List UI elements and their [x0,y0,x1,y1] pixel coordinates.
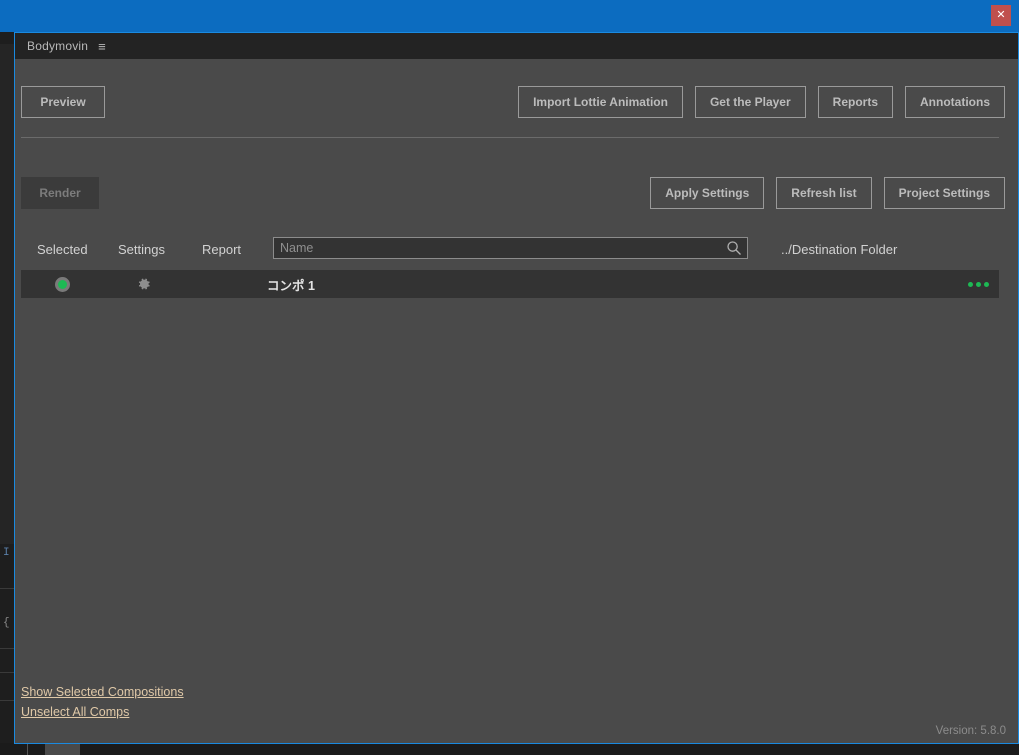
footer-links: Show Selected Compositions Unselect All … [21,685,184,725]
toolbar-top-right-group: Import Lottie Animation Get the Player R… [518,86,1005,118]
close-icon[interactable]: ✕ [991,5,1011,26]
panel-body: Preview Import Lottie Animation Get the … [15,59,1018,743]
apply-settings-button[interactable]: Apply Settings [650,177,765,209]
taskbar [0,743,1019,755]
annotations-button[interactable]: Annotations [905,86,1005,118]
taskbar-item[interactable] [45,743,80,755]
list-header: Selected Settings Report ../Destination … [15,237,1018,267]
selected-indicator-dot [58,279,67,289]
hamburger-menu-icon[interactable]: ≡ [98,40,106,53]
toolbar-second-right-group: Apply Settings Refresh list Project Sett… [650,177,1005,209]
column-header-report: Report [202,242,242,257]
page-title: Bodymovin [27,39,89,53]
background-divider-4 [0,700,14,701]
reports-button[interactable]: Reports [817,86,893,118]
background-divider-3 [0,672,14,673]
taskbar-divider [27,743,28,755]
preview-button[interactable]: Preview [21,86,105,118]
ellipsis-icon[interactable] [968,281,989,287]
window-titlebar[interactable]: ✕ [0,0,1019,32]
column-header-settings: Settings [118,242,165,257]
ellipsis-dot-1 [968,281,973,287]
ellipsis-dot-2 [976,281,981,287]
background-cursor-glyph: I [3,547,10,559]
panel-header: Bodymovin ≡ [15,33,1018,59]
background-divider-2 [0,648,14,649]
background-divider-1 [0,588,14,589]
import-lottie-animation-button[interactable]: Import Lottie Animation [518,86,683,118]
toolbar-second: Render Apply Settings Refresh list Proje… [15,151,1018,211]
ellipsis-dot-3 [984,281,989,287]
show-selected-compositions-link[interactable]: Show Selected Compositions [21,685,184,699]
version-label: Version: 5.8.0 [935,725,1006,737]
toolbar-divider [21,137,999,138]
table-row[interactable]: コンポ 1 [21,270,999,298]
column-header-selected: Selected [37,242,88,257]
composition-selected-toggle[interactable] [55,276,70,292]
gear-icon[interactable] [136,276,152,292]
unselect-all-comps-link[interactable]: Unselect All Comps [21,705,129,719]
refresh-list-button[interactable]: Refresh list [776,177,872,209]
bodymovin-window: Bodymovin ≡ Preview Import Lottie Animat… [14,32,1019,744]
search-input[interactable] [273,237,748,259]
get-the-player-button[interactable]: Get the Player [694,86,806,118]
background-panel-left [0,44,14,544]
render-button[interactable]: Render [21,177,99,209]
composition-list: コンポ 1 [21,270,999,298]
project-settings-button[interactable]: Project Settings [883,177,1005,209]
toolbar-top: Preview Import Lottie Animation Get the … [15,59,1018,131]
destination-folder-path[interactable]: ../Destination Folder [781,242,897,257]
search-field-wrapper [273,237,748,259]
composition-name: コンポ 1 [267,278,315,293]
background-brace-glyph: { [3,617,10,629]
